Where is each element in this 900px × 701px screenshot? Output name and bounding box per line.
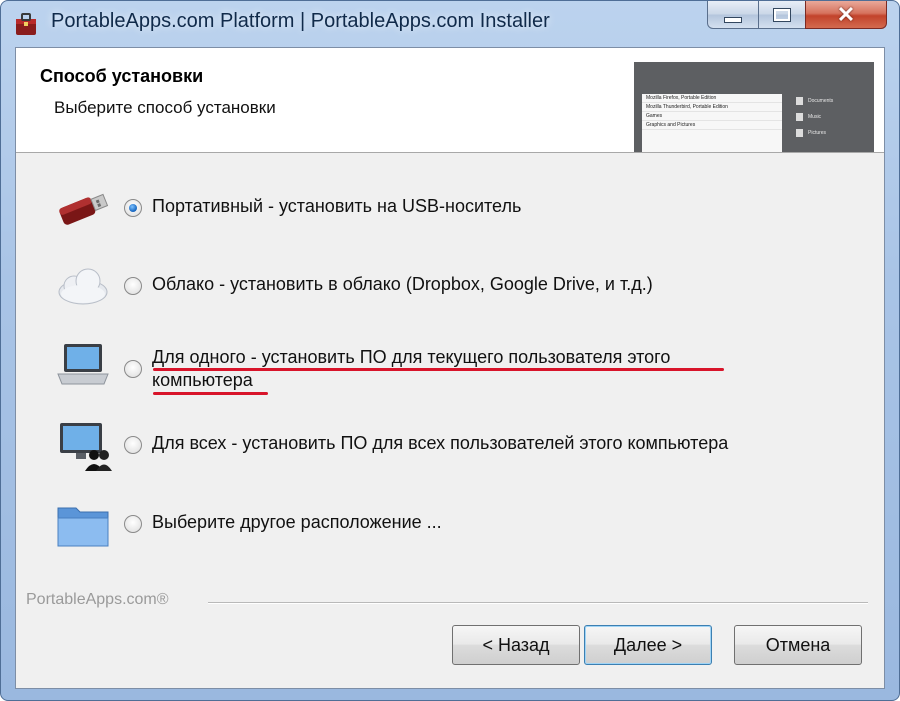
preview-side-item: Documents [794,97,870,105]
cancel-button[interactable]: Отмена [734,625,862,665]
radio-portable[interactable] [124,199,142,217]
radio-cloud[interactable] [124,277,142,295]
radio-all-users[interactable] [124,436,142,454]
computer-users-icon [60,423,112,471]
cloud-icon [58,268,108,305]
footer-divider [208,602,868,603]
option-portable[interactable]: Портативный - установить на USB-носитель [16,184,876,234]
preview-side-item: Pictures [794,129,870,137]
option-all-users[interactable]: Для всех - установить ПО для всех пользо… [16,421,876,471]
preview-app-list: Mozilla Firefox, Portable Edition Mozill… [642,94,782,152]
highlight-underline [153,392,268,395]
minimize-icon [724,16,742,23]
preview-app-item: Mozilla Firefox, Portable Edition [642,94,782,103]
option-custom-location-label[interactable]: Выберите другое расположение ... [152,512,442,533]
option-custom-location[interactable]: Выберите другое расположение ... [16,500,876,550]
usb-drive-icon [59,193,109,225]
preview-side-menu: Documents Music Pictures [794,97,870,146]
back-button[interactable]: < Назад [452,625,580,665]
preview-side-item: Music [794,113,870,121]
next-button[interactable]: Далее > [584,625,712,665]
option-all-users-label[interactable]: Для всех - установить ПО для всех пользо… [152,433,728,454]
radio-single-user[interactable] [124,360,142,378]
page-subtitle: Выберите способ установки [54,98,276,117]
option-single-user[interactable]: Для одного - установить ПО для текущего … [16,340,876,400]
platform-preview-image: Mozilla Firefox, Portable Edition Mozill… [634,62,874,152]
dialog-client-area: Способ установки Выберите способ установ… [15,47,885,689]
laptop-icon [57,344,109,385]
preview-app-item: Games [642,112,782,121]
option-portable-label[interactable]: Портативный - установить на USB-носитель [152,196,521,217]
minimize-button[interactable] [707,1,759,29]
close-icon: ✕ [836,1,856,27]
installer-window: PortableApps.com Platform | PortableApps… [0,0,900,701]
title-bar[interactable]: PortableApps.com Platform | PortableApps… [1,1,899,47]
option-single-user-label-line1[interactable]: Для одного - установить ПО для текущего … [152,346,670,369]
close-button[interactable]: ✕ [805,1,887,29]
folder-icon [57,507,109,547]
option-cloud[interactable]: Облако - установить в облако (Dropbox, G… [16,262,876,312]
highlight-underline [153,368,724,371]
radio-custom-location[interactable] [124,515,142,533]
portableapps-app-icon [16,13,36,35]
option-cloud-label[interactable]: Облако - установить в облако (Dropbox, G… [152,274,653,295]
window-title: PortableApps.com Platform | PortableApps… [51,10,550,32]
preview-app-item: Graphics and Pictures [642,121,782,130]
footer-brand: PortableApps.com® [26,591,169,608]
maximize-icon [774,8,790,21]
preview-app-item: Mozilla Thunderbird, Portable Edition [642,103,782,112]
option-single-user-label-line2[interactable]: компьютера [152,369,253,392]
page-title: Способ установки [40,66,204,86]
wizard-header: Способ установки Выберите способ установ… [16,48,884,153]
maximize-button[interactable] [758,1,806,29]
